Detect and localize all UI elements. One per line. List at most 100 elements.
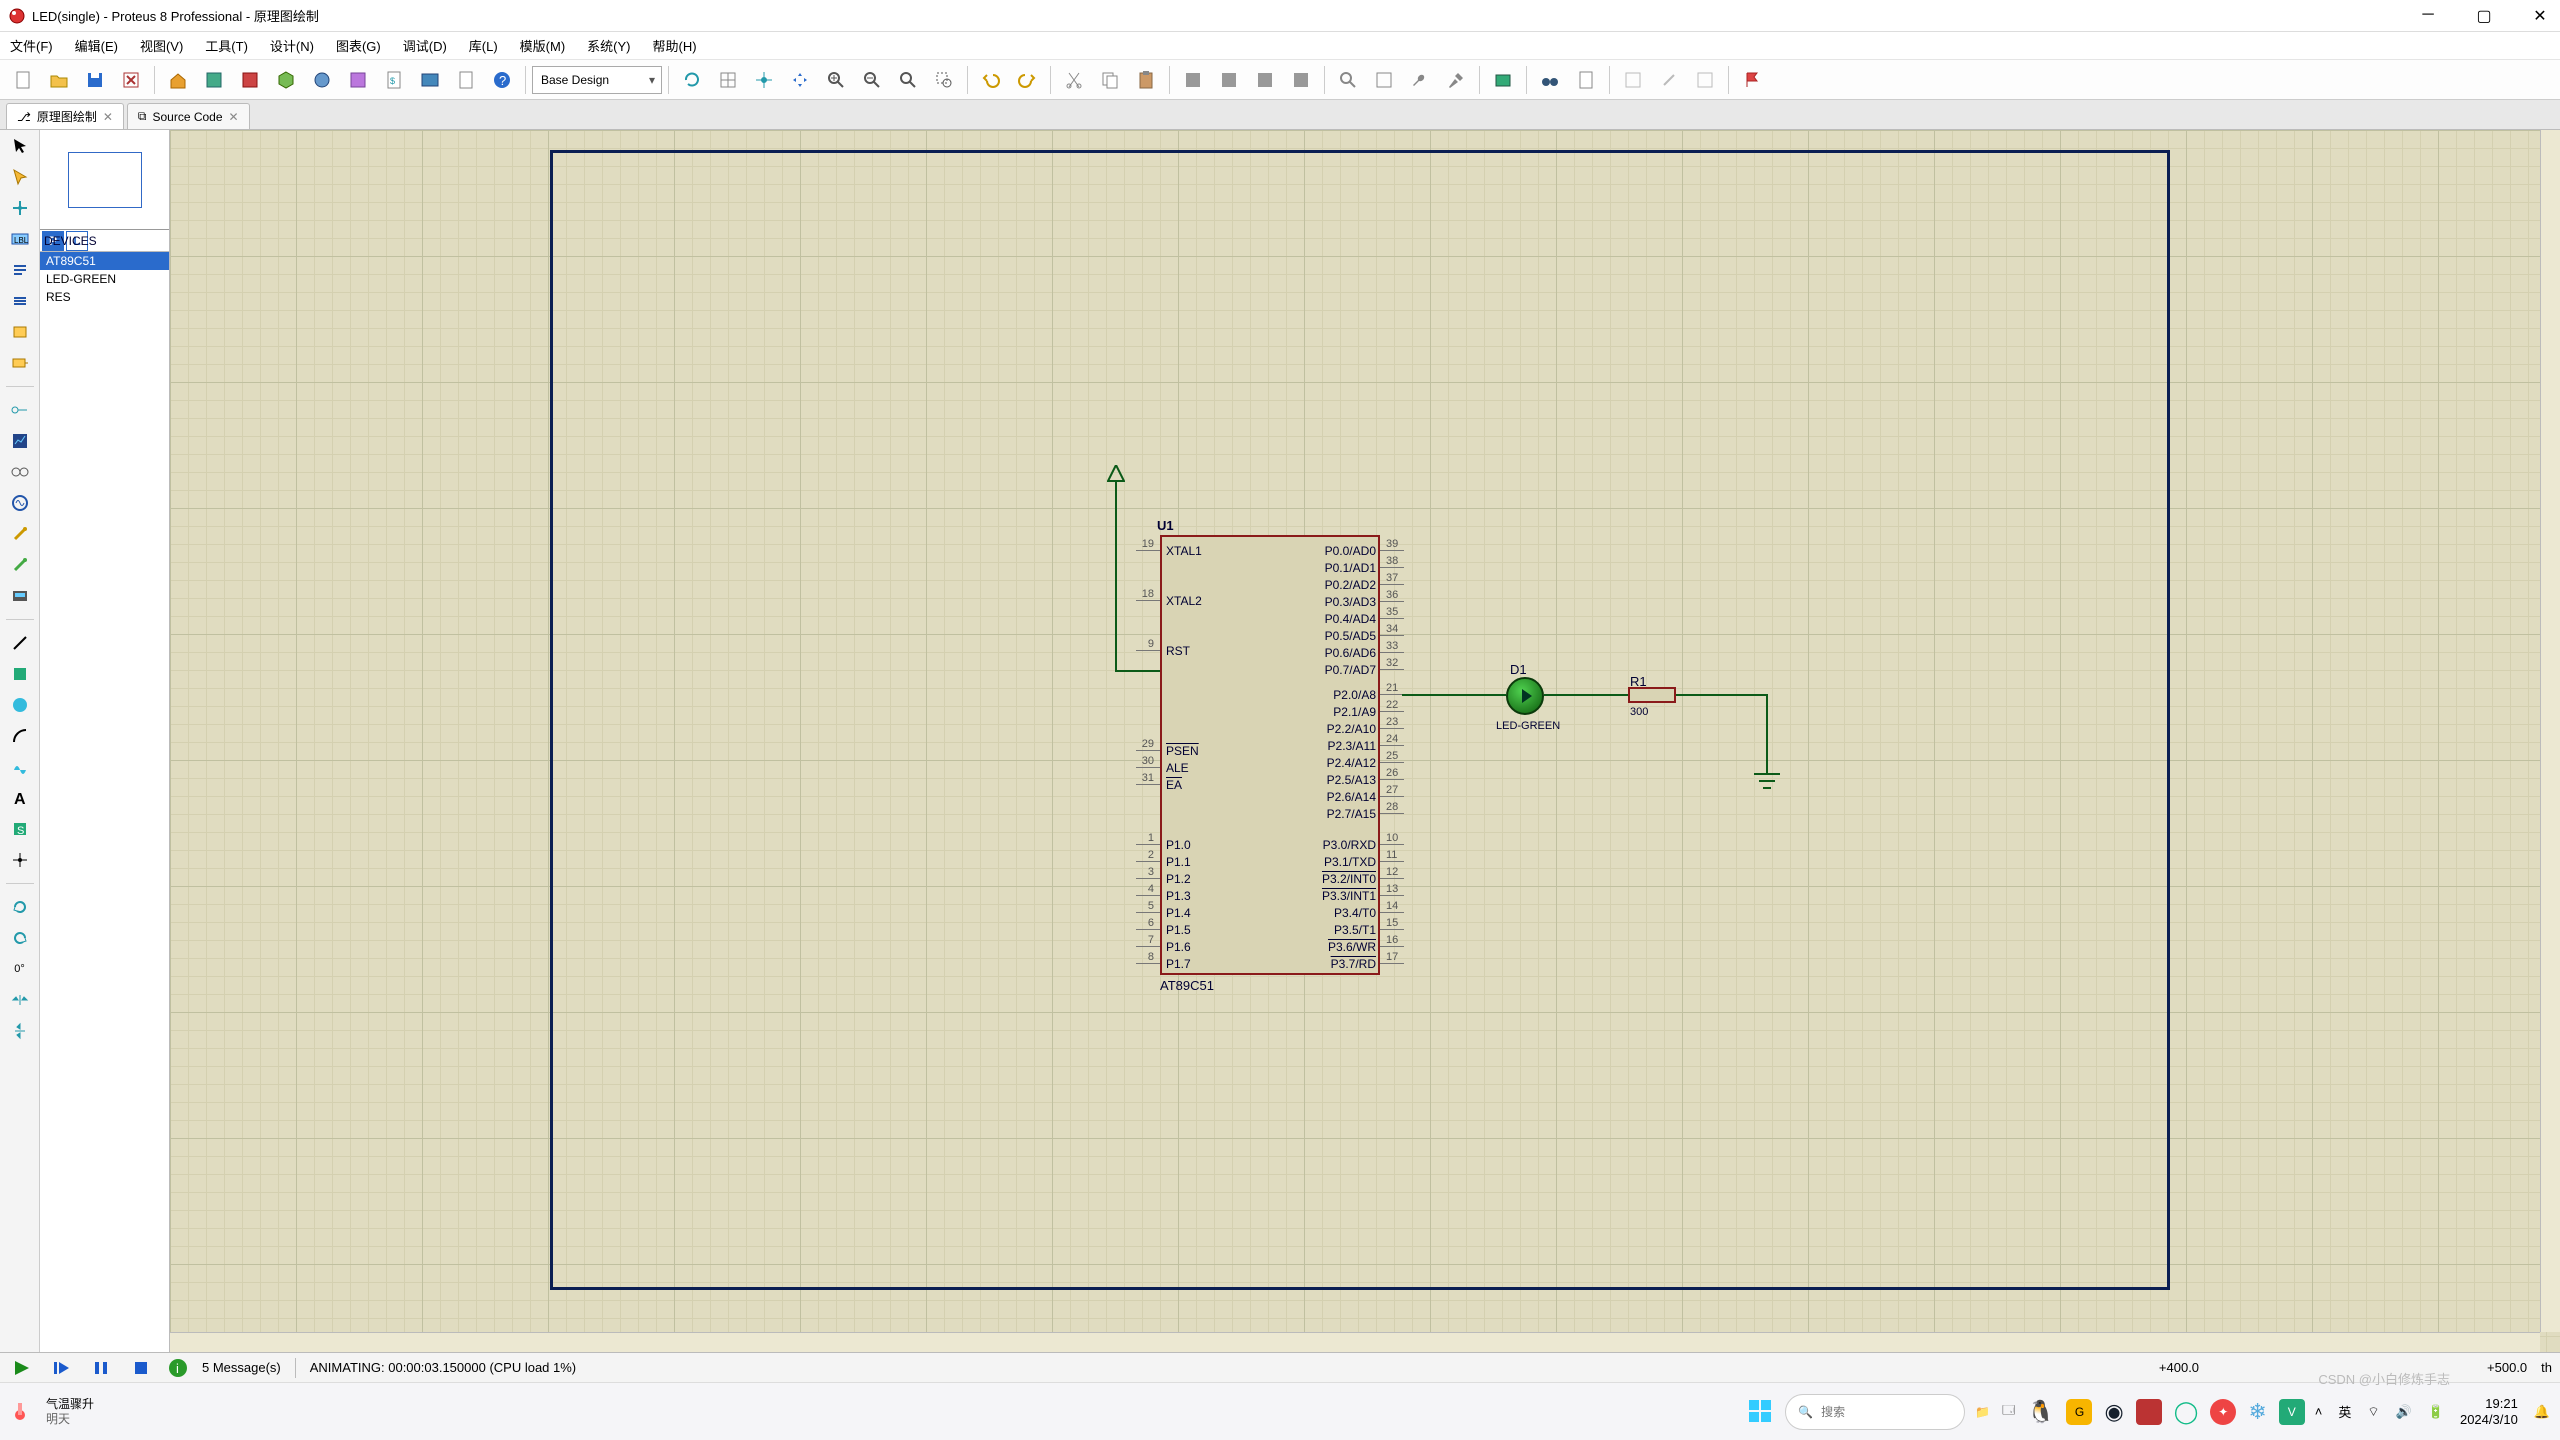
rotate-ccw-icon[interactable] — [6, 926, 34, 950]
save-icon[interactable] — [78, 63, 112, 97]
maximize-button[interactable]: ▢ — [2472, 6, 2496, 26]
bom-icon[interactable]: $ — [377, 63, 411, 97]
package-icon[interactable] — [1486, 63, 1520, 97]
menu-library[interactable]: 库(L) — [465, 34, 502, 57]
taskbar-steam-icon[interactable]: ◉ — [2104, 1399, 2123, 1425]
tool-c-icon[interactable] — [1688, 63, 1722, 97]
redo-icon[interactable] — [1010, 63, 1044, 97]
zoom-out-icon[interactable] — [855, 63, 889, 97]
open-file-icon[interactable] — [42, 63, 76, 97]
help-icon[interactable]: ? — [485, 63, 519, 97]
block-rotate-icon[interactable] — [1248, 63, 1282, 97]
home-icon[interactable] — [161, 63, 195, 97]
refresh-icon[interactable] — [675, 63, 709, 97]
copy-icon[interactable] — [1093, 63, 1127, 97]
path-2d-icon[interactable] — [6, 755, 34, 779]
canvas-area[interactable]: U1 AT89C51 19XTAL118XTAL29RST 29PSEN30AL… — [170, 130, 2560, 1352]
undo-icon[interactable] — [974, 63, 1008, 97]
sim-stop-button[interactable] — [128, 1357, 154, 1379]
device-item[interactable]: AT89C51 — [40, 252, 169, 270]
tray-ime[interactable]: 英 — [2338, 1402, 2351, 1421]
resistor-component[interactable] — [1628, 687, 1676, 703]
zoom-fit-icon[interactable] — [891, 63, 925, 97]
subcircuit-icon[interactable] — [6, 320, 34, 344]
close-icon[interactable] — [114, 63, 148, 97]
symbol-2d-icon[interactable]: S — [6, 817, 34, 841]
sim-play-button[interactable] — [8, 1357, 34, 1379]
flag-icon[interactable] — [1735, 63, 1769, 97]
graph-icon[interactable] — [6, 429, 34, 453]
taskbar-app-icon[interactable]: V — [2279, 1399, 2305, 1425]
tray-clock[interactable]: 19:21 2024/3/10 — [2460, 1396, 2518, 1427]
rotate-cw-icon[interactable] — [6, 895, 34, 919]
mirror-h-icon[interactable] — [6, 988, 34, 1012]
selection-icon[interactable] — [6, 134, 34, 158]
zoom-in-icon[interactable] — [819, 63, 853, 97]
scrollbar-horizontal[interactable] — [170, 1332, 2540, 1352]
bus-icon[interactable] — [6, 289, 34, 313]
marker-icon[interactable] — [6, 848, 34, 872]
scrollbar-vertical[interactable] — [2540, 130, 2560, 1332]
menu-system[interactable]: 系统(Y) — [583, 34, 634, 57]
taskbar-app-icon[interactable]: 🗔 — [2002, 1401, 2015, 1422]
pan-icon[interactable] — [783, 63, 817, 97]
mirror-v-icon[interactable] — [6, 1019, 34, 1043]
tab-source-code[interactable]: ⧉ Source Code ✕ — [127, 103, 250, 129]
menu-view[interactable]: 视图(V) — [136, 34, 187, 57]
hammer-icon[interactable] — [1439, 63, 1473, 97]
menu-template[interactable]: 模版(M) — [516, 34, 570, 57]
weather-icon[interactable] — [10, 1399, 36, 1425]
explorer-icon[interactable] — [341, 63, 375, 97]
schematic-icon[interactable] — [197, 63, 231, 97]
code-icon[interactable] — [413, 63, 447, 97]
block-delete-icon[interactable] — [1284, 63, 1318, 97]
start-button[interactable] — [1747, 1398, 1775, 1426]
taskbar-search[interactable]: 🔍 搜索 — [1785, 1394, 1965, 1430]
grid-icon[interactable] — [711, 63, 745, 97]
status-messages[interactable]: 5 Message(s) — [202, 1360, 281, 1375]
zoom-area-icon[interactable] — [927, 63, 961, 97]
tray-battery-icon[interactable]: 🔋 — [2428, 1404, 2444, 1420]
block-copy-icon[interactable] — [1176, 63, 1210, 97]
sim-step-button[interactable] — [48, 1357, 74, 1379]
tray-wifi-icon[interactable]: ⌔ — [2367, 1404, 2379, 1420]
component-icon[interactable] — [6, 165, 34, 189]
menu-design[interactable]: 设计(N) — [266, 34, 318, 57]
text-2d-icon[interactable]: A — [6, 786, 34, 810]
sim-pause-button[interactable] — [88, 1357, 114, 1379]
report-icon[interactable] — [1569, 63, 1603, 97]
device-item[interactable]: RES — [40, 288, 169, 306]
line-2d-icon[interactable] — [6, 631, 34, 655]
text-icon[interactable] — [6, 258, 34, 282]
pcb-icon[interactable] — [233, 63, 267, 97]
menu-file[interactable]: 文件(F) — [6, 34, 57, 57]
instrument-icon[interactable] — [6, 584, 34, 608]
tool-b-icon[interactable] — [1652, 63, 1686, 97]
origin-icon[interactable] — [747, 63, 781, 97]
tray-notifications-icon[interactable]: 🔔 — [2534, 1404, 2550, 1420]
block-move-icon[interactable] — [1212, 63, 1246, 97]
tray-chevron-icon[interactable]: ˄ — [2315, 1404, 2323, 1419]
cut-icon[interactable] — [1057, 63, 1091, 97]
generator-icon[interactable] — [6, 491, 34, 515]
tray-volume-icon[interactable]: 🔊 — [2396, 1404, 2412, 1420]
device-list[interactable]: AT89C51 LED-GREEN RES — [40, 252, 169, 1352]
minimize-button[interactable]: ─ — [2416, 6, 2440, 26]
menu-tools[interactable]: 工具(T) — [201, 34, 252, 57]
taskbar-app-icon[interactable]: 📁 — [1975, 1405, 1990, 1419]
info-icon[interactable]: i — [168, 1358, 188, 1378]
tab-close-icon[interactable]: ✕ — [103, 110, 113, 124]
pin-icon[interactable] — [6, 398, 34, 422]
note-icon[interactable] — [449, 63, 483, 97]
junction-icon[interactable] — [6, 196, 34, 220]
close-button[interactable]: ✕ — [2528, 6, 2552, 26]
new-file-icon[interactable] — [6, 63, 40, 97]
design-combo[interactable]: Base Design — [532, 66, 662, 94]
taskbar-app-icon[interactable] — [2136, 1399, 2162, 1425]
taskbar-app-icon[interactable]: ✦ — [2210, 1399, 2236, 1425]
terminal-icon[interactable] — [6, 351, 34, 375]
tab-close-icon[interactable]: ✕ — [229, 110, 239, 124]
menu-edit[interactable]: 编辑(E) — [71, 34, 122, 57]
tab-schematic[interactable]: ⎇ 原理图绘制 ✕ — [6, 103, 124, 129]
wrench-icon[interactable] — [1403, 63, 1437, 97]
